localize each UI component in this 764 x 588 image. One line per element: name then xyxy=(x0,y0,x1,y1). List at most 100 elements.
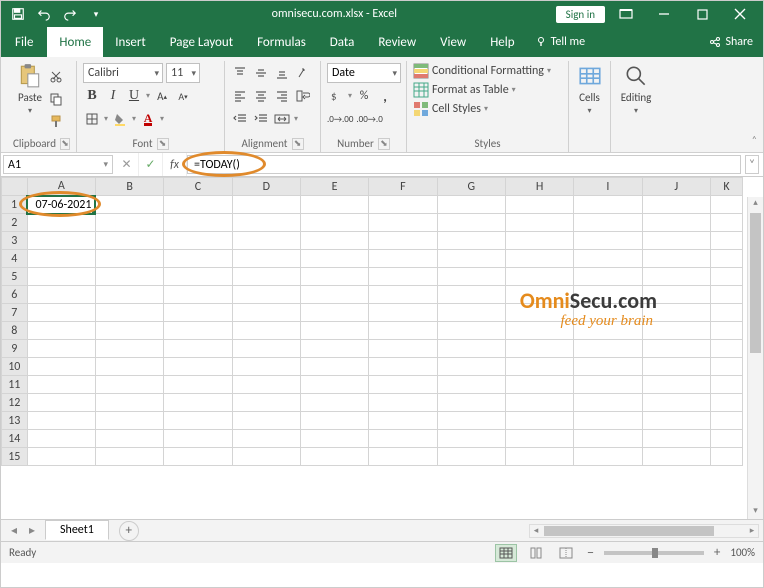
maximize-button[interactable] xyxy=(685,1,719,27)
redo-icon[interactable] xyxy=(59,3,81,25)
align-right-icon[interactable] xyxy=(273,86,291,106)
row-header[interactable]: 4 xyxy=(2,250,28,268)
clipboard-launcher[interactable]: ⬊ xyxy=(60,138,70,150)
col-header[interactable]: K xyxy=(710,178,742,196)
select-all[interactable] xyxy=(2,178,28,196)
view-page-layout-icon[interactable] xyxy=(525,544,547,562)
zoom-out-button[interactable]: − xyxy=(585,544,596,561)
conditional-formatting-button[interactable]: Conditional Formatting▾ xyxy=(413,63,562,79)
undo-icon[interactable] xyxy=(33,3,55,25)
tab-nav-prev[interactable]: ◂ xyxy=(5,523,23,538)
increase-decimal-icon[interactable]: .0→.00 xyxy=(327,109,353,129)
cell[interactable] xyxy=(27,214,95,232)
col-header[interactable]: A xyxy=(27,178,95,196)
sheet-tab[interactable]: Sheet1 xyxy=(45,520,109,540)
name-box[interactable]: A1 xyxy=(3,155,113,174)
formula-input[interactable]: =TODAY() xyxy=(187,155,741,174)
alignment-launcher[interactable]: ⬊ xyxy=(292,138,304,150)
row-header[interactable]: 7 xyxy=(2,304,28,322)
col-header[interactable]: D xyxy=(232,178,300,196)
close-button[interactable] xyxy=(723,1,757,27)
font-name-select[interactable]: Calibri xyxy=(83,63,163,83)
cell-a1[interactable]: 07-06-2021 xyxy=(27,196,95,214)
row-header[interactable]: 3 xyxy=(2,232,28,250)
tab-data[interactable]: Data xyxy=(318,27,367,57)
format-as-table-button[interactable]: Format as Table▾ xyxy=(413,82,562,98)
shrink-font-icon[interactable]: A▾ xyxy=(174,86,192,106)
col-header[interactable]: F xyxy=(369,178,437,196)
row-header[interactable]: 10 xyxy=(2,358,28,376)
new-sheet-button[interactable]: + xyxy=(119,521,139,541)
orientation-icon[interactable] xyxy=(294,63,312,83)
align-bottom-icon[interactable] xyxy=(273,63,291,83)
row-header[interactable]: 13 xyxy=(2,412,28,430)
align-center-icon[interactable] xyxy=(252,86,270,106)
view-page-break-icon[interactable] xyxy=(555,544,577,562)
row-header[interactable]: 9 xyxy=(2,340,28,358)
decrease-decimal-icon[interactable]: .00→.0 xyxy=(356,109,382,129)
enter-formula-icon[interactable]: ✓ xyxy=(139,153,163,176)
font-color-icon[interactable]: A xyxy=(139,109,157,129)
cell[interactable] xyxy=(232,196,300,214)
cut-icon[interactable] xyxy=(47,67,65,87)
tab-home[interactable]: Home xyxy=(47,27,103,57)
row-header[interactable]: 8 xyxy=(2,322,28,340)
row-header[interactable]: 14 xyxy=(2,430,28,448)
cell[interactable] xyxy=(710,196,742,214)
number-format-select[interactable]: Date xyxy=(327,63,401,83)
col-header[interactable]: E xyxy=(300,178,368,196)
tab-file[interactable]: File xyxy=(1,27,47,57)
cell-styles-button[interactable]: Cell Styles▾ xyxy=(413,101,562,117)
ribbon-options-icon[interactable] xyxy=(609,1,643,27)
align-top-icon[interactable] xyxy=(231,63,249,83)
align-middle-icon[interactable] xyxy=(252,63,270,83)
row-header[interactable]: 15 xyxy=(2,448,28,466)
tab-help[interactable]: Help xyxy=(478,27,526,57)
format-painter-icon[interactable] xyxy=(47,111,65,131)
tab-view[interactable]: View xyxy=(428,27,478,57)
fill-color-icon[interactable] xyxy=(111,109,129,129)
row-header[interactable]: 6 xyxy=(2,286,28,304)
cell[interactable] xyxy=(369,196,437,214)
border-icon[interactable] xyxy=(83,109,101,129)
cancel-formula-icon[interactable]: ✕ xyxy=(115,153,139,176)
percent-icon[interactable]: % xyxy=(355,86,373,106)
copy-icon[interactable] xyxy=(47,89,65,109)
number-launcher[interactable]: ⬊ xyxy=(378,138,390,150)
tab-formulas[interactable]: Formulas xyxy=(245,27,318,57)
row-header[interactable]: 5 xyxy=(2,268,28,286)
paste-button[interactable]: Paste ▾ xyxy=(13,63,47,116)
grow-font-icon[interactable]: A▴ xyxy=(153,86,171,106)
row-header[interactable]: 1 xyxy=(2,196,28,214)
col-header[interactable]: I xyxy=(574,178,642,196)
bold-button[interactable]: B xyxy=(83,86,101,106)
col-header[interactable]: C xyxy=(164,178,232,196)
cell[interactable] xyxy=(95,196,163,214)
align-left-icon[interactable] xyxy=(231,86,249,106)
cell[interactable] xyxy=(642,196,710,214)
col-header[interactable]: G xyxy=(437,178,505,196)
tab-review[interactable]: Review xyxy=(366,27,428,57)
cells-button[interactable]: Cells ▾ xyxy=(575,63,604,116)
insert-function-icon[interactable]: fx xyxy=(163,153,187,176)
row-header[interactable]: 12 xyxy=(2,394,28,412)
zoom-slider[interactable] xyxy=(604,551,704,555)
font-size-select[interactable]: 11 xyxy=(166,63,200,83)
increase-indent-icon[interactable] xyxy=(252,109,270,129)
accounting-icon[interactable]: $ xyxy=(327,86,345,106)
tell-me[interactable]: Tell me xyxy=(527,27,594,57)
collapse-ribbon-icon[interactable]: ˄ xyxy=(752,133,757,146)
editing-button[interactable]: Editing ▾ xyxy=(617,63,655,116)
tab-nav-next[interactable]: ▸ xyxy=(23,523,41,538)
minimize-button[interactable] xyxy=(647,1,681,27)
underline-button[interactable]: U xyxy=(125,86,143,106)
wrap-text-icon[interactable] xyxy=(294,86,312,106)
col-header[interactable]: B xyxy=(95,178,163,196)
italic-button[interactable]: I xyxy=(104,86,122,106)
row-header[interactable]: 2 xyxy=(2,214,28,232)
decrease-indent-icon[interactable] xyxy=(231,109,249,129)
cell[interactable] xyxy=(437,196,505,214)
share-button[interactable]: Share xyxy=(699,27,763,57)
tab-page-layout[interactable]: Page Layout xyxy=(158,27,245,57)
worksheet-grid[interactable]: A B C D E F G H I J K 107-06-2021 2 3 4 … xyxy=(1,177,763,519)
